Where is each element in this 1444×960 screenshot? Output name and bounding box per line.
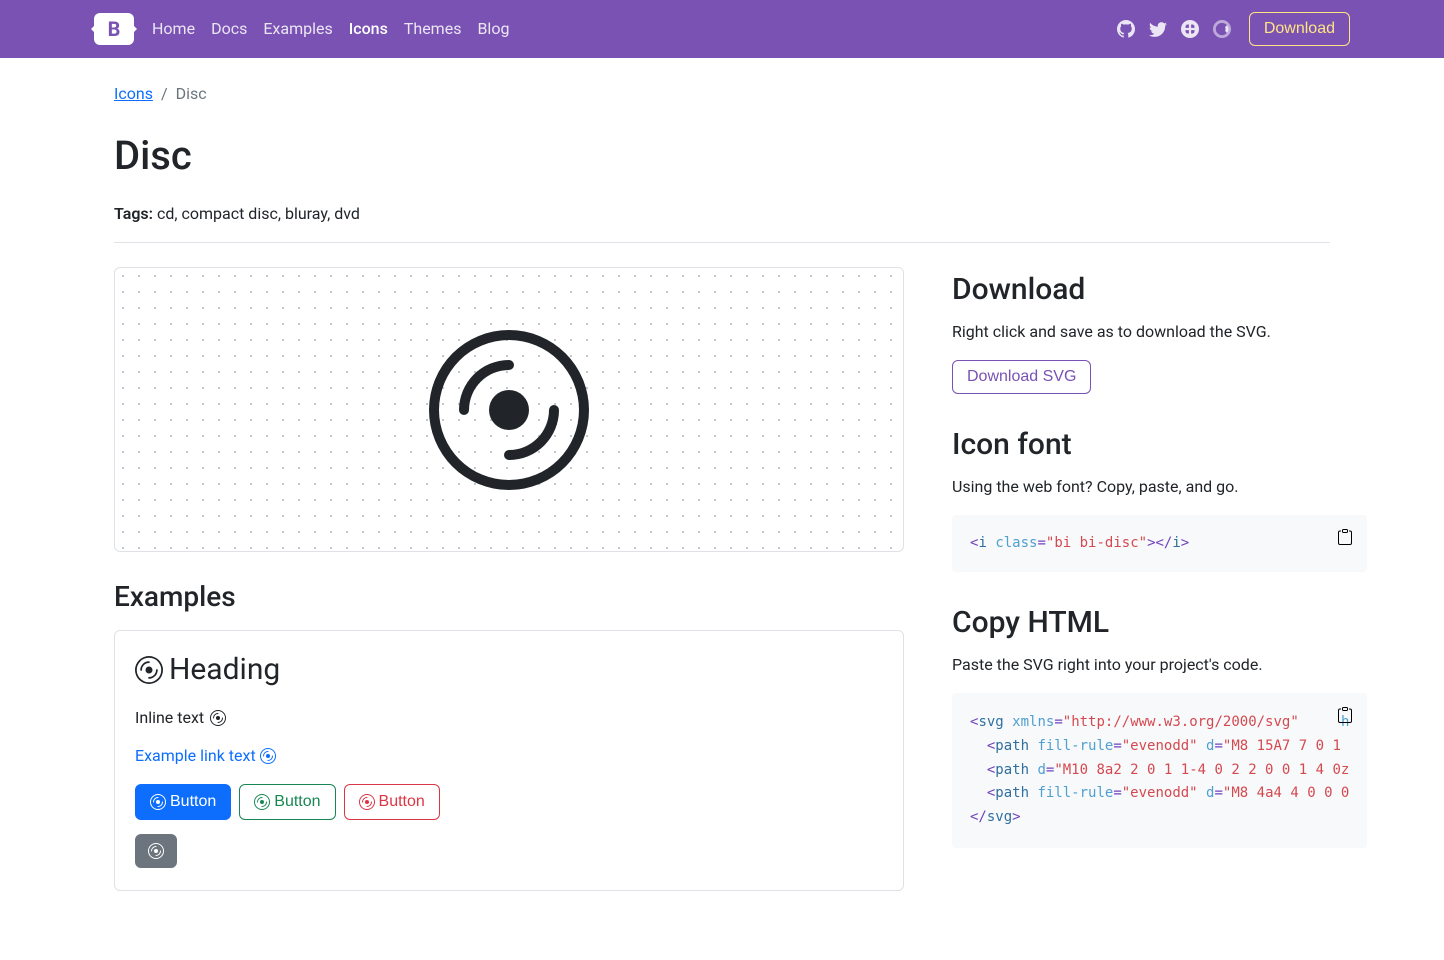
example-heading: Heading bbox=[135, 647, 883, 692]
disc-icon bbox=[135, 656, 163, 684]
examples-card: Heading Inline text Example link text Bu… bbox=[114, 630, 904, 891]
examples-heading: Examples bbox=[114, 576, 904, 618]
page-title: Disc bbox=[114, 126, 1330, 186]
download-heading: Download bbox=[952, 267, 1367, 312]
nav-link-themes[interactable]: Themes bbox=[404, 17, 462, 41]
iconfont-description: Using the web font? Copy, paste, and go. bbox=[952, 475, 1367, 499]
example-icon-button[interactable] bbox=[135, 834, 177, 868]
icon-preview bbox=[114, 267, 904, 552]
breadcrumb-current: Disc bbox=[176, 82, 207, 106]
disc-icon bbox=[359, 794, 375, 810]
download-svg-button[interactable]: Download SVG bbox=[952, 360, 1091, 394]
slack-icon[interactable] bbox=[1181, 20, 1199, 38]
nav-social-icons bbox=[1117, 20, 1231, 38]
nav-link-examples[interactable]: Examples bbox=[263, 17, 332, 41]
iconfont-heading: Icon font bbox=[952, 422, 1367, 467]
disc-icon-large bbox=[429, 330, 589, 490]
example-button-success[interactable]: Button bbox=[239, 784, 335, 820]
svg-code[interactable]: <svg xmlns="http://www.w3.org/2000/svg" … bbox=[952, 693, 1367, 848]
nav-link-blog[interactable]: Blog bbox=[477, 17, 509, 41]
nav-link-home[interactable]: Home bbox=[152, 17, 195, 41]
disc-icon bbox=[210, 710, 226, 726]
breadcrumb-separator: / bbox=[161, 82, 168, 106]
disc-icon bbox=[260, 748, 276, 764]
twitter-icon[interactable] bbox=[1149, 20, 1167, 38]
github-icon[interactable] bbox=[1117, 20, 1135, 38]
example-button-primary[interactable]: Button bbox=[135, 784, 231, 820]
copyhtml-heading: Copy HTML bbox=[952, 600, 1367, 645]
nav-link-docs[interactable]: Docs bbox=[211, 17, 247, 41]
disc-icon bbox=[150, 794, 166, 810]
bootstrap-logo[interactable]: B bbox=[94, 13, 134, 45]
clipboard-icon[interactable] bbox=[1337, 707, 1353, 723]
opencollective-icon[interactable] bbox=[1213, 20, 1231, 38]
nav-link-icons[interactable]: Icons bbox=[349, 17, 388, 41]
clipboard-icon[interactable] bbox=[1337, 529, 1353, 545]
nav-links: Home Docs Examples Icons Themes Blog bbox=[152, 17, 509, 41]
download-description: Right click and save as to download the … bbox=[952, 320, 1367, 344]
example-link[interactable]: Example link text bbox=[135, 744, 276, 768]
download-button[interactable]: Download bbox=[1249, 12, 1350, 46]
copyhtml-description: Paste the SVG right into your project's … bbox=[952, 653, 1367, 677]
iconfont-code[interactable]: <i class="bi bi-disc"></i> bbox=[952, 515, 1367, 572]
example-inline-text: Inline text bbox=[135, 706, 883, 730]
tags-line: Tags: cd, compact disc, bluray, dvd bbox=[114, 202, 1330, 226]
disc-icon bbox=[254, 794, 270, 810]
breadcrumb-root[interactable]: Icons bbox=[114, 82, 153, 106]
main-navbar: B Home Docs Examples Icons Themes Blog Downlo… bbox=[0, 0, 1444, 58]
breadcrumb: Icons / Disc bbox=[114, 82, 1330, 106]
disc-icon bbox=[148, 843, 164, 859]
example-button-danger[interactable]: Button bbox=[344, 784, 440, 820]
